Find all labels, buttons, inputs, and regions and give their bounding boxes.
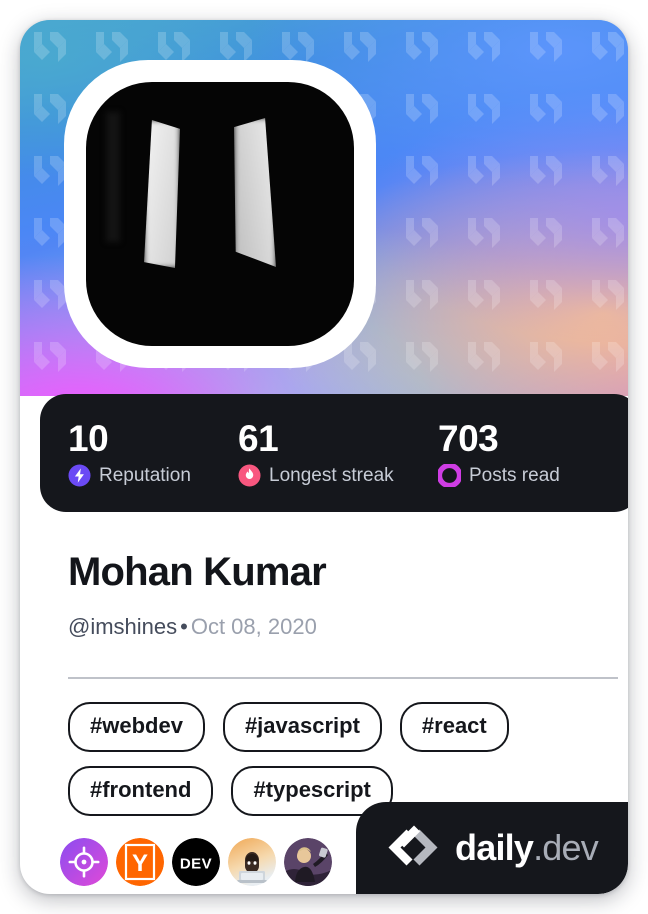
reputation-bolt-icon xyxy=(68,464,91,487)
profile-handle: @imshines xyxy=(68,614,178,639)
avatar-photo xyxy=(86,82,354,346)
tag-frontend[interactable]: #frontend xyxy=(68,766,214,816)
meta-separator: • xyxy=(180,614,188,639)
streak-flame-icon xyxy=(238,464,261,487)
target-crosshair-icon xyxy=(60,838,108,886)
source-ycombinator[interactable]: Y xyxy=(116,838,164,886)
stat-posts-read: 703 Posts read xyxy=(438,419,628,487)
daily-dev-chevron-logo-icon xyxy=(388,825,438,866)
svg-text:DEV: DEV xyxy=(180,856,212,873)
dev-to-icon: DEV xyxy=(172,838,220,886)
tag-list: #webdev #javascript #react #frontend #ty… xyxy=(68,702,613,816)
brand-name: daily.dev xyxy=(455,827,599,868)
tag-webdev[interactable]: #webdev xyxy=(68,702,205,752)
svg-text:Y: Y xyxy=(132,850,148,877)
photo-avatar-icon xyxy=(284,838,332,886)
avatar xyxy=(64,60,376,368)
memoji-avatar-icon xyxy=(228,838,276,886)
stat-reputation-label: Reputation xyxy=(99,464,191,486)
stat-longest-streak-value: 61 xyxy=(238,418,279,459)
source-memoji-avatar[interactable] xyxy=(228,838,276,886)
source-devto[interactable]: DEV xyxy=(172,838,220,886)
divider xyxy=(68,677,618,679)
stat-longest-streak-label: Longest streak xyxy=(269,464,394,486)
tag-react[interactable]: #react xyxy=(399,702,509,752)
profile-meta: @imshines • Oct 08, 2020 xyxy=(68,614,317,640)
page-title: Mohan Kumar xyxy=(68,550,327,594)
stat-posts-read-label: Posts read xyxy=(469,464,560,486)
y-combinator-icon: Y xyxy=(116,838,164,886)
source-target[interactable] xyxy=(60,838,108,886)
stat-reputation: 10 Reputation xyxy=(68,419,238,487)
source-list: Y DEV xyxy=(60,838,332,886)
stats-bar: 10 Reputation 61 Longest streak 703 Post… xyxy=(40,394,628,512)
tag-javascript[interactable]: #javascript xyxy=(222,702,382,752)
devcard: 10 Reputation 61 Longest streak 703 Post… xyxy=(20,20,628,894)
stat-longest-streak: 61 Longest streak xyxy=(238,419,438,487)
source-photo-avatar[interactable] xyxy=(284,838,332,886)
stat-reputation-value: 10 xyxy=(68,418,109,459)
posts-read-ring-icon xyxy=(438,464,461,487)
brand-name-secondary: .dev xyxy=(533,827,599,868)
daily-dev-badge: daily.dev xyxy=(356,802,628,894)
profile-date: Oct 08, 2020 xyxy=(190,614,317,639)
brand-name-primary: daily xyxy=(455,827,534,868)
stat-posts-read-value: 703 xyxy=(438,418,499,459)
